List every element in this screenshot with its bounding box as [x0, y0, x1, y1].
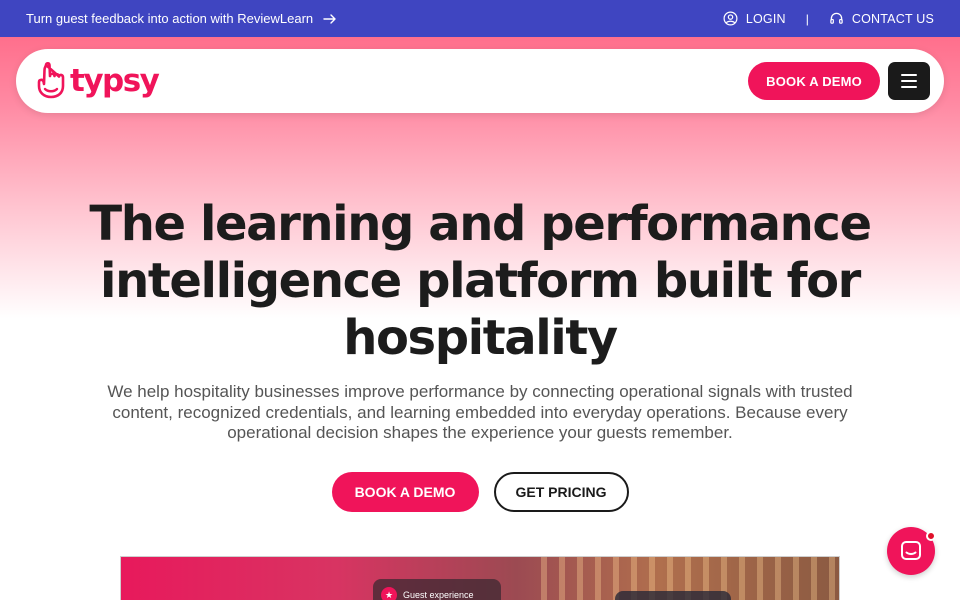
- contact-link[interactable]: CONTACT US: [829, 11, 934, 26]
- menu-line: [901, 86, 917, 88]
- guest-experience-card: ★ Guest experience: [373, 579, 501, 600]
- contact-label[interactable]: CONTACT US: [852, 12, 934, 26]
- login-label[interactable]: LOGIN: [746, 12, 786, 26]
- menu-line: [901, 80, 917, 82]
- headset-icon: [830, 12, 843, 24]
- star-icon: ★: [381, 587, 397, 600]
- menu-line: [901, 74, 917, 76]
- get-pricing-button[interactable]: GET PRICING: [493, 472, 629, 512]
- topbar-links: LOGIN | CONTACT US: [723, 11, 934, 26]
- hero-book-demo-button[interactable]: BOOK A DEMO: [331, 472, 479, 512]
- main-navigation: typsy BOOK A DEMO: [16, 49, 944, 113]
- announcement-text[interactable]: Turn guest feedback into action with Rev…: [26, 11, 313, 26]
- nav-book-demo-button[interactable]: BOOK A DEMO: [748, 62, 880, 100]
- preview-dark-card: [615, 591, 731, 600]
- guest-experience-label: Guest experience: [403, 590, 474, 600]
- topbar-separator: |: [805, 11, 809, 26]
- hamburger-menu-icon[interactable]: [888, 62, 930, 100]
- login-link[interactable]: LOGIN: [723, 11, 786, 26]
- logo-wordmark: typsy: [70, 62, 160, 99]
- typsy-logo[interactable]: typsy: [34, 61, 160, 101]
- announcement-bar: Turn guest feedback into action with Rev…: [0, 0, 960, 37]
- announcement-link[interactable]: Turn guest feedback into action with Rev…: [26, 11, 337, 26]
- hero-cta-group: BOOK A DEMO GET PRICING: [0, 472, 960, 512]
- hand-logo-icon: [37, 62, 65, 99]
- chat-notification-dot: [926, 531, 936, 541]
- hero-preview-image: ★ Guest experience: [120, 556, 840, 600]
- user-circle-icon: [723, 11, 738, 26]
- page: Turn guest feedback into action with Rev…: [0, 0, 960, 600]
- arrow-right-icon[interactable]: [323, 13, 337, 25]
- hero-subtext: We help hospitality businesses improve p…: [107, 382, 853, 442]
- hero-headline: The learning and performance intelligenc…: [89, 196, 872, 366]
- nav-actions: BOOK A DEMO: [748, 62, 930, 100]
- chat-icon: [901, 541, 921, 560]
